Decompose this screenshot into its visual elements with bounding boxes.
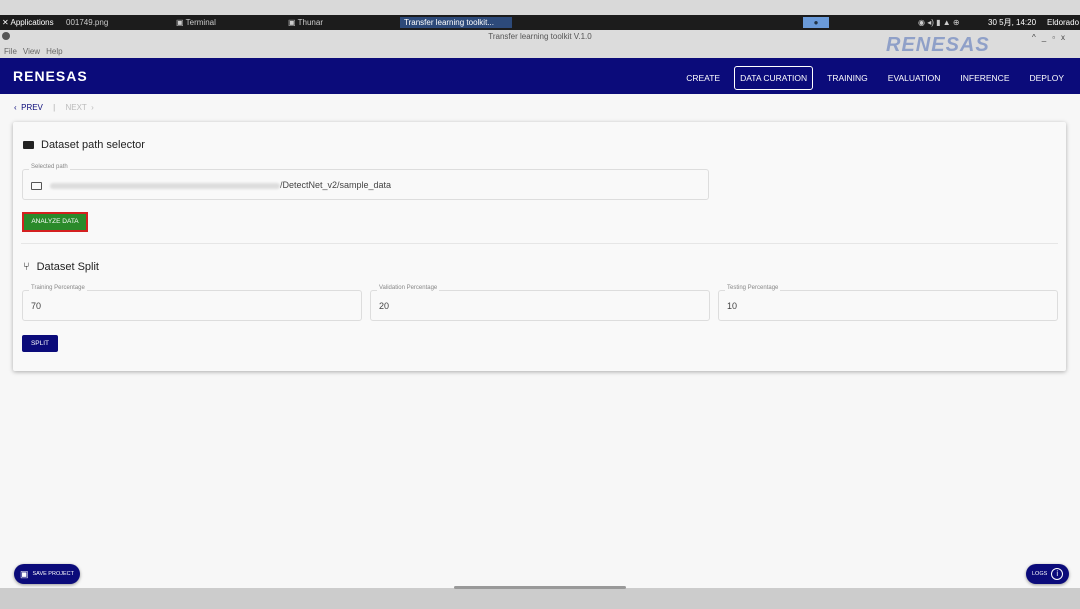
applications-menu[interactable]: ✕ Applications (2, 17, 54, 28)
folder-icon (23, 141, 34, 149)
renesas-logo: RENESAS (886, 34, 990, 56)
nav-training[interactable]: TRAINING (821, 66, 874, 90)
task-item-active[interactable]: Transfer learning toolkit... (400, 17, 512, 28)
nav-deploy[interactable]: DEPLOY (1024, 66, 1071, 90)
split-icon: ⑂ (23, 261, 30, 273)
task-label: Thunar (297, 18, 323, 27)
path-section-header: Dataset path selector (23, 139, 145, 151)
screen-top (0, 0, 1080, 15)
save-label: SAVE PROJECT (32, 571, 74, 577)
folder-icon: ▣ (288, 18, 298, 27)
selected-path-field[interactable]: Selected path /DetectNet_v2/sample_data (22, 164, 709, 200)
applications-label: Applications (10, 18, 54, 27)
next-button[interactable]: NEXT › (65, 103, 93, 112)
task-item[interactable]: ▣ Thunar (288, 17, 323, 28)
horizontal-scrollbar[interactable] (454, 586, 626, 589)
menu-help[interactable]: Help (46, 47, 62, 56)
field-label: Training Percentage (29, 285, 87, 291)
section-title: Dataset path selector (41, 139, 145, 151)
pager: ‹ PREV | NEXT › (14, 103, 94, 112)
path-suffix: /DetectNet_v2/sample_data (280, 180, 392, 190)
bottom-bar (0, 588, 1080, 609)
taskbar: ✕ Applications 001749.png ▣ Terminal ▣ T… (0, 15, 1080, 30)
save-project-button[interactable]: ▣ SAVE PROJECT (14, 564, 80, 584)
window-titlebar: Transfer learning toolkit V.1.0 File View… (0, 30, 1080, 58)
save-icon: ▣ (20, 568, 29, 579)
logs-label: LOGS (1032, 571, 1048, 577)
field-label: Selected path (29, 164, 70, 170)
task-item[interactable]: 001749.png (66, 17, 108, 28)
prev-button[interactable]: ‹ PREV (14, 103, 43, 112)
task-item[interactable]: ▣ Terminal (176, 17, 216, 28)
divider (21, 243, 1058, 244)
app-bar: RENESAS CREATE DATA CURATION TRAINING EV… (0, 58, 1080, 94)
nav-inference[interactable]: INFERENCE (954, 66, 1015, 90)
field-value: 20 (379, 301, 390, 311)
prev-label: PREV (21, 103, 43, 112)
field-value: 70 (31, 301, 42, 311)
nav-data-curation[interactable]: DATA CURATION (734, 66, 814, 90)
split-button[interactable]: SPLIT (22, 335, 58, 352)
menu-file[interactable]: File (4, 47, 17, 56)
logs-button[interactable]: LOGS i (1026, 564, 1070, 584)
clock: 30 5月, 14:20 (988, 18, 1037, 27)
workspace-icon[interactable]: ● (803, 17, 829, 28)
field-value: 10 (727, 301, 738, 311)
nav-create[interactable]: CREATE (680, 66, 726, 90)
validation-percentage-input[interactable]: Validation Percentage 20 (370, 285, 710, 321)
tray-icons[interactable]: ◉ ◂) ▮ ▲ ⊕ (918, 17, 960, 28)
info-icon: i (1051, 568, 1064, 580)
menu-view[interactable]: View (23, 47, 40, 56)
menu-bar: File View Help (4, 47, 69, 56)
pager-divider: | (53, 103, 56, 112)
nav-evaluation[interactable]: EVALUATION (882, 66, 947, 90)
folder-outline-icon (31, 181, 42, 190)
task-label: Terminal (185, 18, 216, 27)
testing-percentage-input[interactable]: Testing Percentage 10 (718, 285, 1058, 321)
main-nav: CREATE DATA CURATION TRAINING EVALUATION… (672, 66, 1070, 90)
split-section-header: ⑂ Dataset Split (23, 261, 99, 273)
user-name[interactable]: Eldorado (1047, 17, 1079, 28)
terminal-icon: ▣ (176, 18, 186, 27)
field-label: Testing Percentage (725, 285, 781, 291)
analyze-data-button[interactable]: ANALYZE DATA (22, 212, 88, 232)
blurred-path (50, 182, 280, 189)
path-value: /DetectNet_v2/sample_data (31, 180, 391, 190)
training-percentage-input[interactable]: Training Percentage 70 (22, 285, 362, 321)
window-controls[interactable]: ^_▫x (1032, 33, 1071, 42)
curation-card: Dataset path selector Selected path /Det… (13, 122, 1066, 371)
next-label: NEXT (65, 103, 87, 112)
section-title: Dataset Split (36, 261, 99, 273)
app-logo: RENESAS (13, 68, 88, 84)
field-label: Validation Percentage (377, 285, 440, 291)
